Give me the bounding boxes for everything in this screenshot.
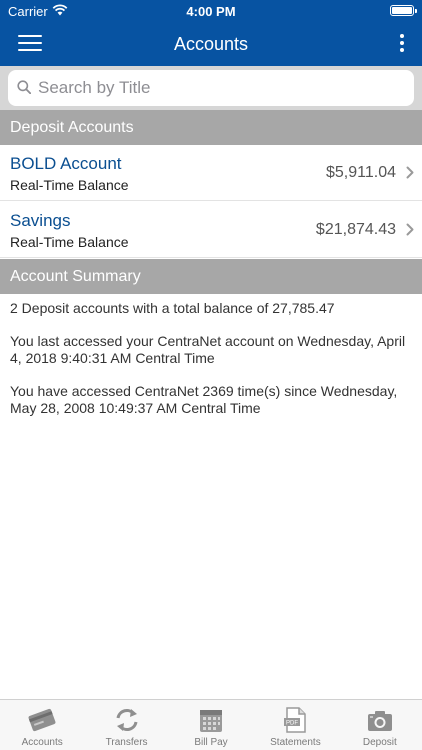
tab-statements[interactable]: PDF Statements	[253, 700, 337, 750]
summary-last-access: You last accessed your CentraNet account…	[10, 333, 406, 366]
deposit-accounts-header: Deposit Accounts	[0, 110, 422, 145]
account-subtitle: Real-Time Balance	[10, 234, 129, 250]
account-subtitle: Real-Time Balance	[10, 177, 129, 193]
page-title: Accounts	[173, 34, 249, 54]
tab-accounts[interactable]: Accounts	[0, 700, 84, 750]
summary-total-balance: 2 Deposit accounts with a total balance …	[10, 300, 335, 316]
chevron-right-icon	[406, 166, 414, 179]
account-summary-header: Account Summary	[0, 259, 422, 294]
calendar-icon	[200, 710, 223, 732]
search-box[interactable]	[8, 70, 414, 106]
account-row-bold[interactable]: BOLD Account Real-Time Balance $5,911.04	[0, 145, 422, 201]
search-bar	[0, 66, 422, 110]
card-icon	[28, 708, 56, 732]
tab-bar: Accounts Transfers Bill Pay PDF Statemen…	[0, 699, 422, 750]
account-row-savings[interactable]: Savings Real-Time Balance $21,874.43	[0, 202, 422, 258]
tab-label: Transfers	[105, 737, 148, 748]
svg-text:PDF: PDF	[286, 721, 298, 727]
search-input[interactable]	[38, 70, 398, 106]
search-icon	[17, 80, 31, 94]
tab-label: Bill Pay	[194, 737, 228, 748]
transfer-icon	[116, 709, 138, 731]
account-summary: 2 Deposit accounts with a total balance …	[0, 295, 422, 438]
clock: 4:00 PM	[186, 4, 236, 19]
battery-icon	[390, 5, 417, 16]
tab-label: Accounts	[21, 737, 63, 748]
account-name: BOLD Account	[10, 154, 122, 173]
nav-bar: Accounts	[0, 22, 422, 66]
tab-label: Statements	[270, 737, 321, 748]
summary-access-count: You have accessed CentraNet 2369 time(s)…	[10, 383, 398, 416]
account-balance: $21,874.43	[315, 221, 396, 238]
chevron-right-icon	[406, 223, 414, 236]
tab-deposit[interactable]: Deposit	[338, 700, 422, 750]
tab-bill-pay[interactable]: Bill Pay	[169, 700, 253, 750]
tab-label: Deposit	[362, 737, 397, 748]
pdf-icon: PDF	[284, 707, 307, 733]
account-balance: $5,911.04	[326, 164, 396, 181]
more-options-icon[interactable]	[396, 32, 408, 56]
status-bar: Carrier 4:00 PM	[0, 0, 422, 22]
camera-icon	[367, 711, 392, 731]
tab-transfers[interactable]: Transfers	[84, 700, 168, 750]
account-name: Savings	[10, 211, 71, 230]
